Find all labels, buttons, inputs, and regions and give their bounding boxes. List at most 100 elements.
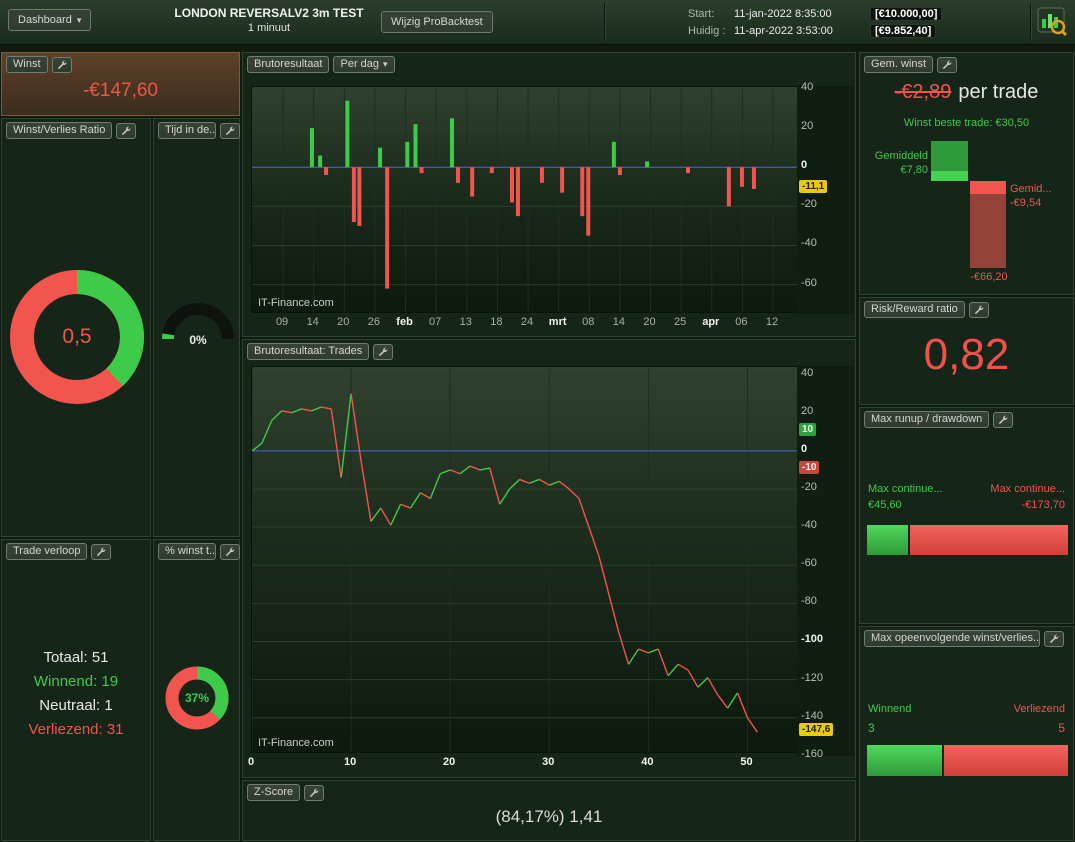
winst-settings-button[interactable] <box>51 56 72 73</box>
y-tick-label: -100 <box>801 633 824 646</box>
strategy-title: LONDON REVERSALV2 3m TEST <box>174 6 364 20</box>
per-dag-bar-chart: IT-Finance.com <box>251 86 798 313</box>
trades-chart-settings-button[interactable] <box>373 343 394 360</box>
streak-win-bar <box>867 745 942 776</box>
pct-winst-donut: 37% <box>161 662 233 734</box>
y-tick-label: -80 <box>801 595 817 608</box>
equity-segment <box>687 669 699 688</box>
winning-trades-row: Winnend: 19 <box>33 673 119 690</box>
x-tick-label: mrt <box>548 316 567 328</box>
zscore-title-label: Z-Score <box>254 786 294 798</box>
winst-panel-title[interactable]: Winst <box>6 56 48 73</box>
equity-segment <box>311 406 322 412</box>
trades-y-axis: 40 20 0 -20 -40 -60 -80 -100 -120 -140 -160 10 -10 -1… <box>797 366 854 760</box>
time-in-market-value: 0% <box>189 333 207 347</box>
x-tick-label: 08 <box>582 316 595 328</box>
avg-profit-suffix: per trade <box>958 81 1039 103</box>
trades-x-axis: 0 10 20 30 40 50 <box>248 754 796 770</box>
day-result-bar <box>751 167 756 189</box>
day-result-bar <box>318 155 323 168</box>
zscore-value: (84,17%) 1,41 <box>495 807 603 826</box>
lower-marker-tag: -10 <box>799 460 820 474</box>
equity-segment <box>459 465 471 475</box>
pct-winst-panel: % winst t... 37% <box>153 539 240 841</box>
day-result-bar <box>419 167 424 174</box>
tijd-panel-title[interactable]: Tijd in de... <box>158 122 216 139</box>
wrench-icon <box>379 347 388 356</box>
trade-verloop-settings-button[interactable] <box>91 543 112 560</box>
equity-segment <box>479 467 490 471</box>
pct-winst-panel-title[interactable]: % winst t... <box>158 543 216 560</box>
risk-reward-title-label: Risk/Reward ratio <box>871 303 958 315</box>
equity-segment <box>617 631 630 665</box>
per-dag-dropdown[interactable]: Per dag ▾ <box>333 56 395 73</box>
dashboard-menu-button[interactable]: Dashboard ▾ <box>8 9 92 31</box>
chevron-down-icon: ▾ <box>76 14 82 25</box>
tijd-settings-button[interactable] <box>220 122 240 139</box>
equity-segment <box>657 648 669 677</box>
y-tick-label: -40 <box>801 519 817 532</box>
ratio-panel-title[interactable]: Winst/Verlies Ratio <box>6 122 113 139</box>
wrench-icon <box>57 60 66 69</box>
edit-probacktest-button[interactable]: Wijzig ProBacktest <box>381 11 493 33</box>
trade-verloop-panel-title[interactable]: Trade verloop <box>6 543 88 560</box>
streak-settings-button[interactable] <box>1044 630 1064 647</box>
equity-segment <box>409 492 422 509</box>
last-equity-value-tag: -147,6 <box>799 723 834 737</box>
equity-segment <box>736 692 749 718</box>
neutral-trades-row: Neutraal: 1 <box>39 697 113 714</box>
ratio-panel-title-label: Winst/Verlies Ratio <box>13 124 106 136</box>
best-trade-line: Winst beste trade: €30,50 <box>903 117 1030 129</box>
equity-segment <box>291 408 302 414</box>
pct-winst-value: 37% <box>184 691 210 705</box>
equity-segment <box>252 442 263 452</box>
equity-segment <box>261 420 273 444</box>
risk-reward-settings-button[interactable] <box>968 301 989 318</box>
runup-settings-button[interactable] <box>993 411 1014 428</box>
day-result-bar <box>309 128 314 168</box>
x-tick-label: 24 <box>520 316 534 328</box>
avg-loss-labels: Gemid... -€9,54 <box>1010 183 1052 209</box>
edit-probacktest-label: Wijzig ProBacktest <box>391 16 483 28</box>
equity-segment <box>529 478 540 484</box>
wrench-icon <box>97 547 106 556</box>
brutoresultaat-title[interactable]: Brutoresultaat <box>247 56 330 73</box>
gem-winst-title[interactable]: Gem. winst <box>864 56 934 73</box>
runup-title[interactable]: Max runup / drawdown <box>864 411 990 428</box>
equity-segment <box>340 393 352 478</box>
equity-segment <box>648 648 659 654</box>
trades-chart-panel: Brutoresultaat: Trades IT-Finance.com 40… <box>242 339 856 778</box>
win-loss-ratio-value: 0,5 <box>62 325 92 348</box>
x-tick-label: 20 <box>643 316 656 328</box>
probacktest-icon[interactable] <box>1037 6 1067 36</box>
x-tick-label: 10 <box>343 756 357 768</box>
streak-title[interactable]: Max opeenvolgende winst/verlies... <box>864 630 1040 647</box>
y-tick-label: -120 <box>801 671 824 684</box>
pct-winst-settings-button[interactable] <box>220 543 240 560</box>
total-profit-value: -€147,60 <box>82 80 158 101</box>
y-tick-label: -60 <box>801 276 817 289</box>
wrench-icon <box>999 415 1008 424</box>
streak-loss-label: Verliezend <box>1013 703 1065 715</box>
zscore-title[interactable]: Z-Score <box>247 784 301 801</box>
header-divider <box>604 3 605 41</box>
x-tick-label: 20 <box>337 316 350 328</box>
ratio-settings-button[interactable] <box>116 122 137 139</box>
winst-panel-title-label: Winst <box>13 58 41 70</box>
y-tick-label: 0 <box>801 442 808 455</box>
backtest-period-info: Start: 11-jan-2022 8:35:00 [€10.000,00] … <box>688 5 943 39</box>
total-trades-row: Totaal: 51 <box>43 649 109 666</box>
risk-reward-title[interactable]: Risk/Reward ratio <box>864 301 965 318</box>
day-result-bar <box>645 161 650 168</box>
gem-winst-settings-button[interactable] <box>937 56 958 73</box>
day-result-bar <box>611 141 616 168</box>
equity-segment <box>449 469 461 475</box>
day-result-bar <box>351 167 356 222</box>
zscore-settings-button[interactable] <box>304 784 325 801</box>
runup-drawdown-panel: Max runup / drawdown Max continue... €45… <box>859 407 1074 624</box>
equity-line-chart: IT-Finance.com <box>251 366 798 753</box>
day-result-bar <box>413 124 418 168</box>
day-result-bar <box>450 118 455 168</box>
streak-title-label: Max opeenvolgende winst/verlies... <box>871 632 1040 644</box>
trades-chart-title[interactable]: Brutoresultaat: Trades <box>247 343 370 360</box>
